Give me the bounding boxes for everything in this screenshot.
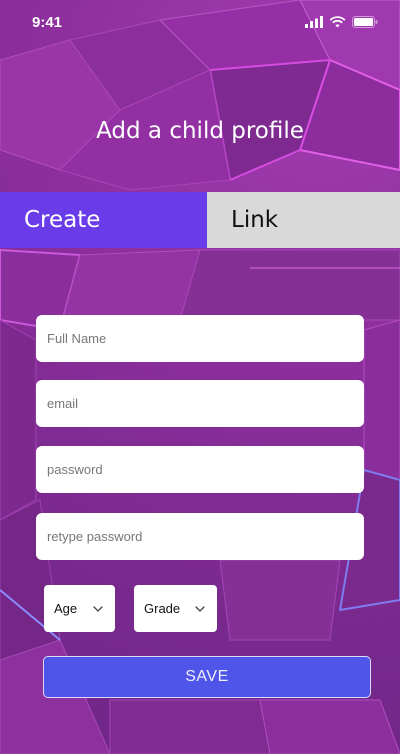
- status-bar: 9:41: [0, 0, 400, 44]
- email-input[interactable]: [47, 380, 364, 427]
- page-title: Add a child profile: [96, 118, 304, 144]
- background-pattern: [0, 0, 400, 754]
- chevron-down-icon: [195, 605, 205, 612]
- battery-icon: [352, 16, 378, 28]
- save-button[interactable]: SAVE: [43, 656, 371, 698]
- age-select[interactable]: Age: [44, 585, 115, 632]
- tab-link[interactable]: Link: [207, 192, 400, 248]
- retype-password-field[interactable]: [36, 513, 364, 560]
- password-field[interactable]: [36, 446, 364, 493]
- grade-select-label: Grade: [144, 601, 181, 616]
- status-time: 9:41: [32, 13, 63, 31]
- tab-create[interactable]: Create: [0, 192, 207, 248]
- grade-select[interactable]: Grade: [134, 585, 217, 632]
- full-name-input[interactable]: [47, 315, 364, 362]
- full-name-field[interactable]: [36, 315, 364, 362]
- wifi-icon: [329, 16, 346, 28]
- age-select-label: Age: [54, 601, 78, 616]
- app-screen: 9:41 Add a child profile Create Link Ful…: [0, 0, 400, 754]
- status-icons: [305, 16, 378, 28]
- retype-password-input[interactable]: [47, 513, 364, 560]
- chevron-down-icon: [93, 605, 103, 612]
- email-field[interactable]: [36, 380, 364, 427]
- profile-tabs: Create Link: [0, 192, 400, 248]
- signal-icon: [305, 16, 323, 28]
- password-input[interactable]: [47, 446, 364, 493]
